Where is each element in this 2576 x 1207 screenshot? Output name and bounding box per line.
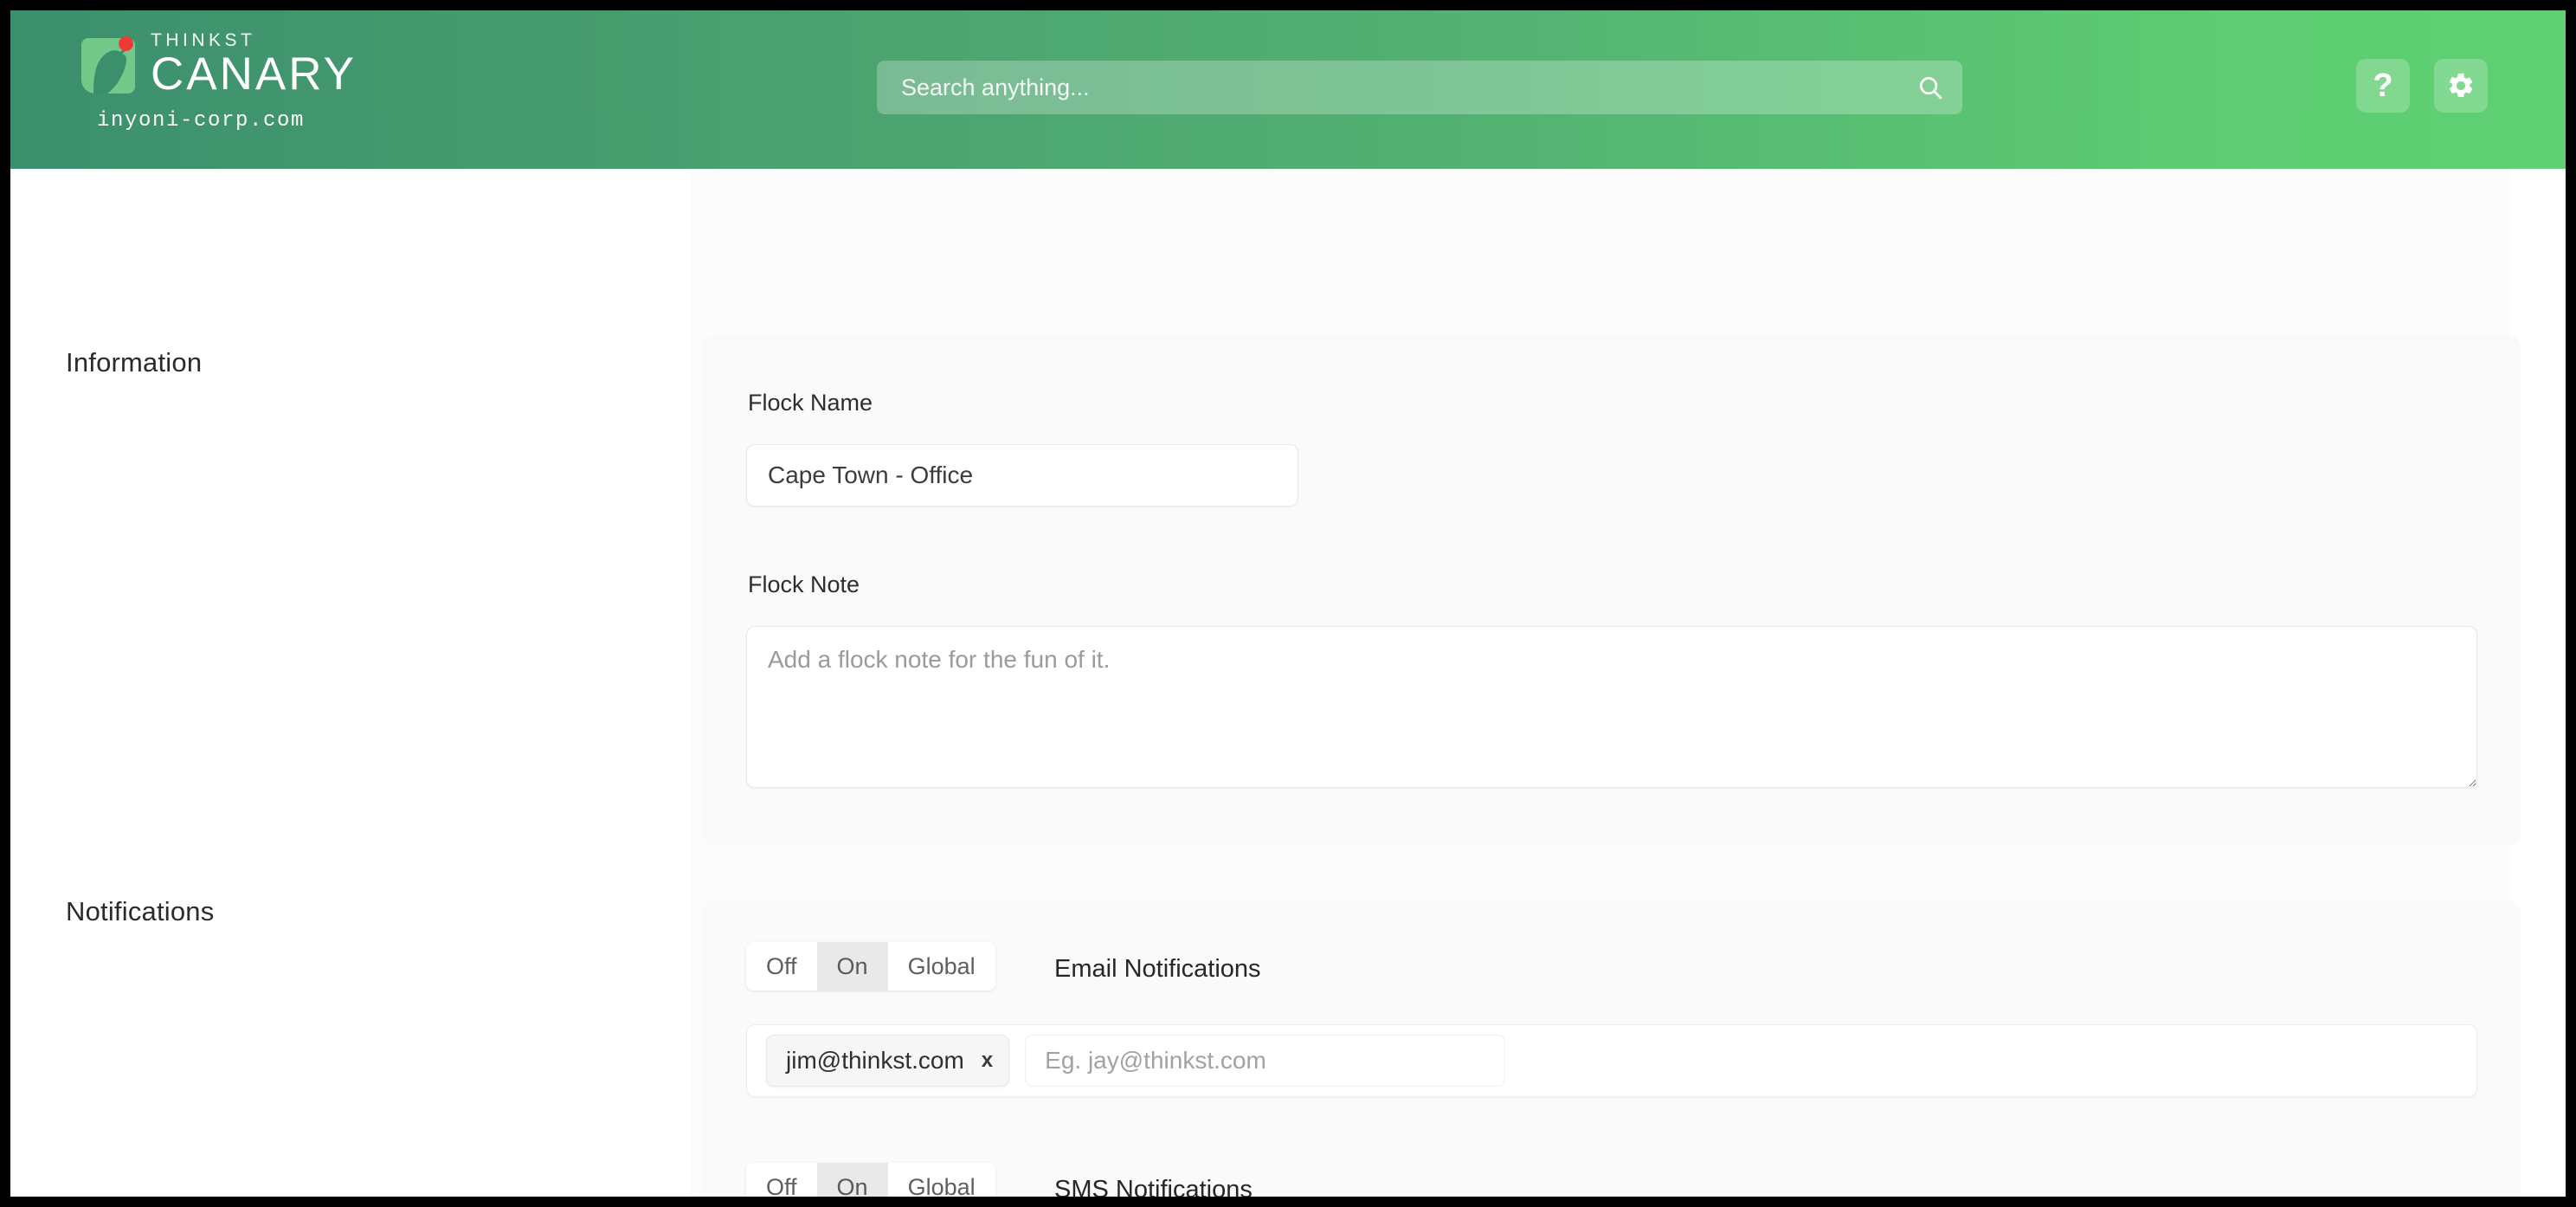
search-input[interactable] <box>877 74 1898 101</box>
global-search-box[interactable] <box>877 61 1962 114</box>
remove-email-recipient-icon[interactable]: x <box>982 1050 993 1071</box>
email-toggle-global[interactable]: Global <box>887 942 995 991</box>
search-icon[interactable] <box>1898 74 1962 100</box>
email-recipient-value: jim@thinkst.com <box>786 1047 964 1074</box>
logo-red-dot-icon <box>119 36 133 51</box>
flock-note-textarea[interactable] <box>746 626 2477 788</box>
brand-canary-text: CANARY <box>151 48 357 100</box>
email-recipient-chip[interactable]: jim@thinkst.com x <box>766 1035 1010 1087</box>
canary-logo-icon <box>76 36 135 95</box>
app-window: THINKST CANARY inyoni-corp.com ? <box>10 10 2566 1197</box>
brand-logo[interactable]: THINKST CANARY inyoni-corp.com <box>76 31 357 132</box>
tenant-domain-label: inyoni-corp.com <box>97 109 306 132</box>
brand-wordmark: THINKST CANARY <box>151 30 357 100</box>
email-recipients-row[interactable]: jim@thinkst.com x <box>746 1024 2477 1097</box>
flock-name-label: Flock Name <box>748 390 873 416</box>
sms-toggle-on[interactable]: On <box>816 1163 888 1197</box>
brand-row: THINKST CANARY <box>76 31 357 97</box>
brand-thinkst-text: THINKST <box>151 30 256 50</box>
sms-notifications-label: SMS Notifications <box>1054 1176 1253 1197</box>
section-title-notifications: Notifications <box>66 896 215 926</box>
flock-name-input[interactable] <box>746 444 1298 507</box>
sms-notifications-toggle[interactable]: Off On Global <box>746 1163 995 1197</box>
email-notifications-toggle[interactable]: Off On Global <box>746 942 995 991</box>
email-recipient-input[interactable] <box>1025 1035 1506 1087</box>
email-toggle-on[interactable]: On <box>816 942 888 991</box>
flock-note-label: Flock Note <box>748 571 860 597</box>
question-mark-icon: ? <box>2373 68 2393 104</box>
settings-button[interactable] <box>2434 59 2488 113</box>
help-button[interactable]: ? <box>2356 59 2410 113</box>
email-notifications-label: Email Notifications <box>1054 955 1261 983</box>
sms-toggle-global[interactable]: Global <box>887 1163 995 1197</box>
sms-toggle-off[interactable]: Off <box>746 1163 817 1197</box>
section-title-information: Information <box>66 347 203 378</box>
app-header: THINKST CANARY inyoni-corp.com ? <box>10 10 2566 169</box>
email-toggle-off[interactable]: Off <box>746 942 817 991</box>
gear-icon <box>2449 73 2473 98</box>
page-content: Information Flock Name Flock Note Notifi… <box>10 169 2566 1197</box>
